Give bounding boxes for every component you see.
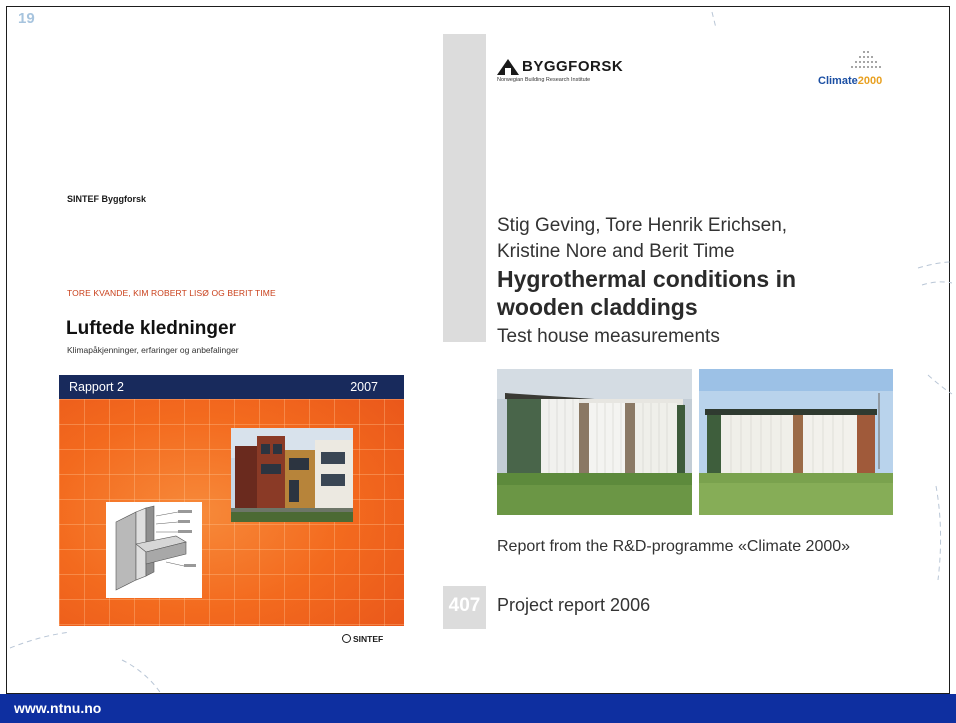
report-series-bar: Rapport 2 2007 [59,375,404,399]
cover-image-panel: Rapport 2 2007 [59,375,404,626]
right-authors-line2: Kristine Nore and Berit Time [497,241,735,262]
test-house-photo-1 [497,369,692,515]
byggforsk-house-icon [497,59,519,75]
footer-url: www.ntnu.no [14,700,102,716]
slide-number: 19 [18,10,35,27]
climate-logo-text: Climate [818,75,858,87]
climate-dots-icon [851,51,881,68]
programme-line: Report from the R&D-programme «Climate 2… [497,538,851,555]
climate-logo-year: 2000 [857,75,883,87]
sintef-logo-icon [342,634,351,643]
byggforsk-logo: BYGGFORSK Norwegian Building Research In… [497,55,627,85]
report-year: 2007 [350,380,378,394]
climate2000-logo: Climate2000 [814,48,898,88]
right-title-line1: Hygrothermal conditions in [497,266,797,292]
left-publisher: SINTEF Byggforsk [67,194,147,204]
right-subtitle: Test house measurements [497,326,720,347]
test-house-photo-2 [699,369,893,515]
report-number-badge: 407 [443,586,486,629]
sintef-logo-text: SINTEF [353,634,384,644]
right-title: Hygrothermal conditions in wooden claddi… [497,265,796,321]
wall-section-diagram [106,502,202,598]
house-photo [231,428,353,522]
right-authors-line1: Stig Geving, Tore Henrik Erichsen, [497,215,788,236]
byggforsk-logo-name: BYGGFORSK [522,58,624,75]
climate-logo-word: Climate2000 [818,75,882,87]
byggforsk-logo-subtitle: Norwegian Building Research Institute [497,77,591,83]
cover-grey-strip [443,34,486,342]
right-title-line2: wooden claddings [497,294,698,320]
left-title: Luftede kledninger [66,318,236,339]
sintef-logo: SINTEF [342,634,383,644]
right-authors: Stig Geving, Tore Henrik Erichsen, Krist… [497,213,787,265]
left-subtitle: Klimapåkjenninger, erfaringer og anbefal… [67,345,239,355]
footer-bar: www.ntnu.no [0,694,956,723]
report-series-label: Rapport 2 [69,380,124,394]
report-label: Project report 2006 [497,595,651,615]
left-authors: TORE KVANDE, KIM ROBERT LISØ OG BERIT TI… [67,288,276,298]
